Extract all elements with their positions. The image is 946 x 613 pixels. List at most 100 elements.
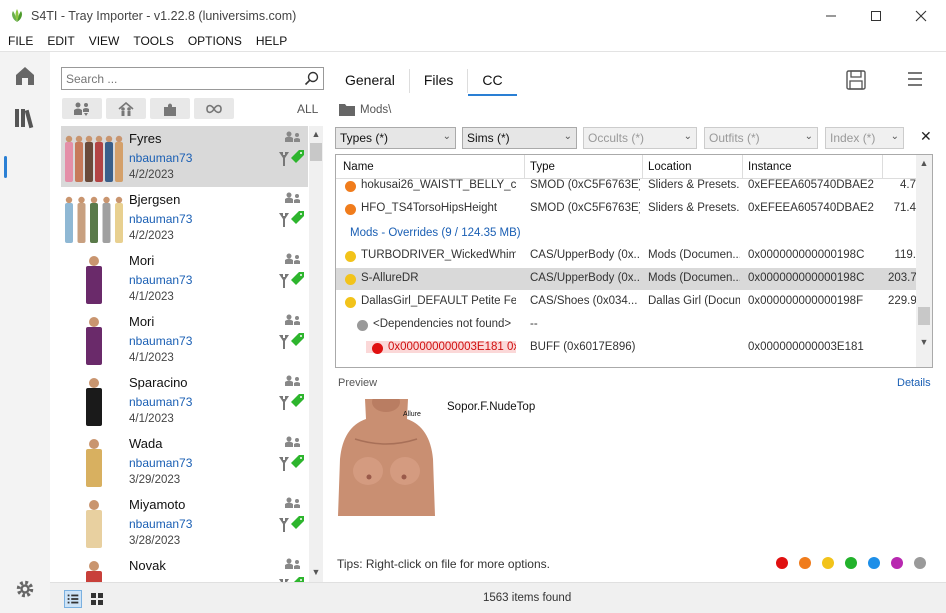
filter-family-button[interactable] [106, 98, 146, 119]
search-input[interactable] [62, 68, 292, 89]
scroll-up-arrow-icon[interactable]: ▲ [309, 129, 323, 139]
household-icon [285, 314, 300, 325]
grid-scrollbar[interactable]: ▲ ▼ [916, 155, 932, 367]
menu-edit[interactable]: EDIT [47, 34, 74, 48]
scroll-down-arrow-icon[interactable]: ▼ [916, 337, 932, 347]
sim-status-icons [279, 375, 304, 410]
sim-list-item[interactable]: Miyamoto nbauman73 3/28/2023 [61, 492, 308, 553]
filter-infinite-button[interactable] [194, 98, 234, 119]
cc-preview-image: Allure [335, 399, 438, 516]
chevron-down-icon: ⌄ [683, 131, 692, 142]
close-button[interactable] [898, 0, 944, 31]
cc-row[interactable]: TURBODRIVER_WickedWhim... CAS/UpperBody … [336, 245, 916, 267]
sims-dropdown-value: Sims (*) [467, 131, 510, 145]
clear-filters-icon[interactable]: ✕ [920, 128, 932, 145]
color-filter-dot-icon[interactable] [776, 557, 788, 569]
column-instance[interactable]: Instance [748, 161, 791, 173]
sim-list-item[interactable]: Mori nbauman73 4/1/2023 [61, 248, 308, 309]
items-found-count: 1563 items found [483, 592, 572, 604]
sim-date: 4/1/2023 [129, 352, 174, 364]
color-filter-dot-icon[interactable] [822, 557, 834, 569]
cc-size: 203.7 [888, 272, 916, 284]
menu-file[interactable]: FILE [8, 34, 33, 48]
color-filter-dot-icon[interactable] [891, 557, 903, 569]
sim-creator-link[interactable]: nbauman73 [129, 273, 192, 287]
sim-list-item[interactable]: Sparacino nbauman73 4/1/2023 [61, 370, 308, 431]
column-type[interactable]: Type [530, 161, 555, 173]
household-icon [285, 436, 300, 447]
cc-status-dot-icon [345, 251, 356, 262]
column-location[interactable]: Location [648, 161, 691, 173]
cc-name: 0x000000000003E181 0x... [366, 341, 516, 353]
column-name[interactable]: Name [343, 161, 374, 173]
sim-creator-link[interactable]: nbauman73 [129, 517, 192, 531]
sim-thumbnail [86, 378, 102, 426]
scroll-up-arrow-icon[interactable]: ▲ [916, 158, 932, 168]
sim-creator-link[interactable]: nbauman73 [129, 334, 192, 348]
cc-size: 119. [894, 249, 916, 261]
menu-tools[interactable]: TOOLS [133, 34, 173, 48]
index-dropdown: Index (*) ⌄ [825, 127, 904, 149]
tab-cc[interactable]: CC [468, 64, 517, 96]
sim-creator-link[interactable]: nbauman73 [129, 212, 192, 226]
cc-type: BUFF (0x6017E896) [530, 341, 636, 353]
color-filter-dot-icon[interactable] [868, 557, 880, 569]
preview-label: Preview [338, 377, 378, 389]
scrollbar-thumb[interactable] [918, 307, 930, 325]
sim-list-item[interactable]: Bjergsen nbauman73 4/2/2023 [61, 187, 308, 248]
filter-all-button[interactable]: ALL [297, 102, 318, 116]
menu-bar: FILE EDIT VIEW TOOLS OPTIONS HELP [0, 31, 946, 51]
tab-general[interactable]: General [325, 64, 409, 96]
settings-gear-icon[interactable] [14, 578, 36, 600]
color-filter-dots [776, 557, 926, 569]
cc-row[interactable]: DallasGirl_DEFAULT Petite Fee... CAS/Sho… [336, 291, 916, 313]
cc-row[interactable]: <Dependencies not found> -- [336, 314, 916, 336]
sim-list-item[interactable]: Mori nbauman73 4/1/2023 [61, 309, 308, 370]
chevron-down-icon: ⌄ [563, 131, 572, 142]
scroll-down-arrow-icon[interactable]: ▼ [309, 567, 323, 577]
scrollbar-thumb[interactable] [310, 143, 322, 161]
minimize-button[interactable] [808, 0, 854, 31]
tab-files[interactable]: Files [410, 64, 468, 96]
search-icon[interactable] [304, 71, 319, 86]
sim-creator-link[interactable]: nbauman73 [129, 151, 192, 165]
sim-status-icons [279, 558, 304, 582]
hamburger-menu-icon[interactable] [905, 69, 925, 89]
sim-list-panel: ALL Fyres nbauman73 4/2/2023 Bjer [50, 52, 325, 582]
app-window: S4TI - Tray Importer - v1.22.8 (lunivers… [0, 0, 946, 613]
breadcrumb-path[interactable]: Mods\ [360, 104, 391, 116]
grid-view-icon[interactable] [88, 590, 106, 608]
sims-dropdown[interactable]: Sims (*) ⌄ [462, 127, 577, 149]
cc-row[interactable]: 0x000000000003E181 0x... BUFF (0x6017E89… [336, 337, 916, 359]
list-view-icon[interactable] [64, 590, 82, 608]
cc-row[interactable]: hokusai26_WAISTT_BELLY_cus... SMOD (0xC5… [336, 175, 916, 197]
color-filter-dot-icon[interactable] [914, 557, 926, 569]
sim-list-scrollbar[interactable]: ▲ ▼ [309, 126, 323, 582]
save-icon[interactable] [845, 69, 867, 91]
cc-status-dot-icon [345, 297, 356, 308]
library-icon[interactable] [13, 106, 37, 130]
menu-view[interactable]: VIEW [89, 34, 120, 48]
cc-name: TURBODRIVER_WickedWhim... [361, 249, 516, 261]
menu-options[interactable]: OPTIONS [188, 34, 242, 48]
types-dropdown[interactable]: Types (*) ⌄ [335, 127, 456, 149]
sim-creator-link[interactable]: nbauman73 [129, 395, 192, 409]
cc-group-header[interactable]: Mods - Overrides (9 / 124.35 MB) [336, 222, 916, 244]
filter-household-button[interactable] [62, 98, 102, 119]
maximize-button[interactable] [853, 0, 899, 31]
color-filter-dot-icon[interactable] [799, 557, 811, 569]
cc-grid: Name Type Location Instance hokusai26_WA… [335, 154, 933, 368]
home-icon[interactable] [13, 64, 37, 88]
color-filter-dot-icon[interactable] [845, 557, 857, 569]
filter-lot-button[interactable] [150, 98, 190, 119]
menu-help[interactable]: HELP [256, 34, 287, 48]
details-link[interactable]: Details [897, 377, 931, 389]
sim-list-item[interactable]: Fyres nbauman73 4/2/2023 [61, 126, 308, 187]
cc-row[interactable]: HFO_TS4TorsoHipsHeight SMOD (0xC5F6763E)… [336, 198, 916, 220]
household-icon [74, 102, 89, 116]
cc-row[interactable]: S-AllureDR CAS/UpperBody (0x... Mods (Do… [336, 268, 916, 290]
sim-creator-link[interactable]: nbauman73 [129, 456, 192, 470]
sim-list-item[interactable]: Wada nbauman73 3/29/2023 [61, 431, 308, 492]
search-box[interactable] [61, 67, 324, 90]
sim-list-item[interactable]: Novak [61, 553, 308, 582]
